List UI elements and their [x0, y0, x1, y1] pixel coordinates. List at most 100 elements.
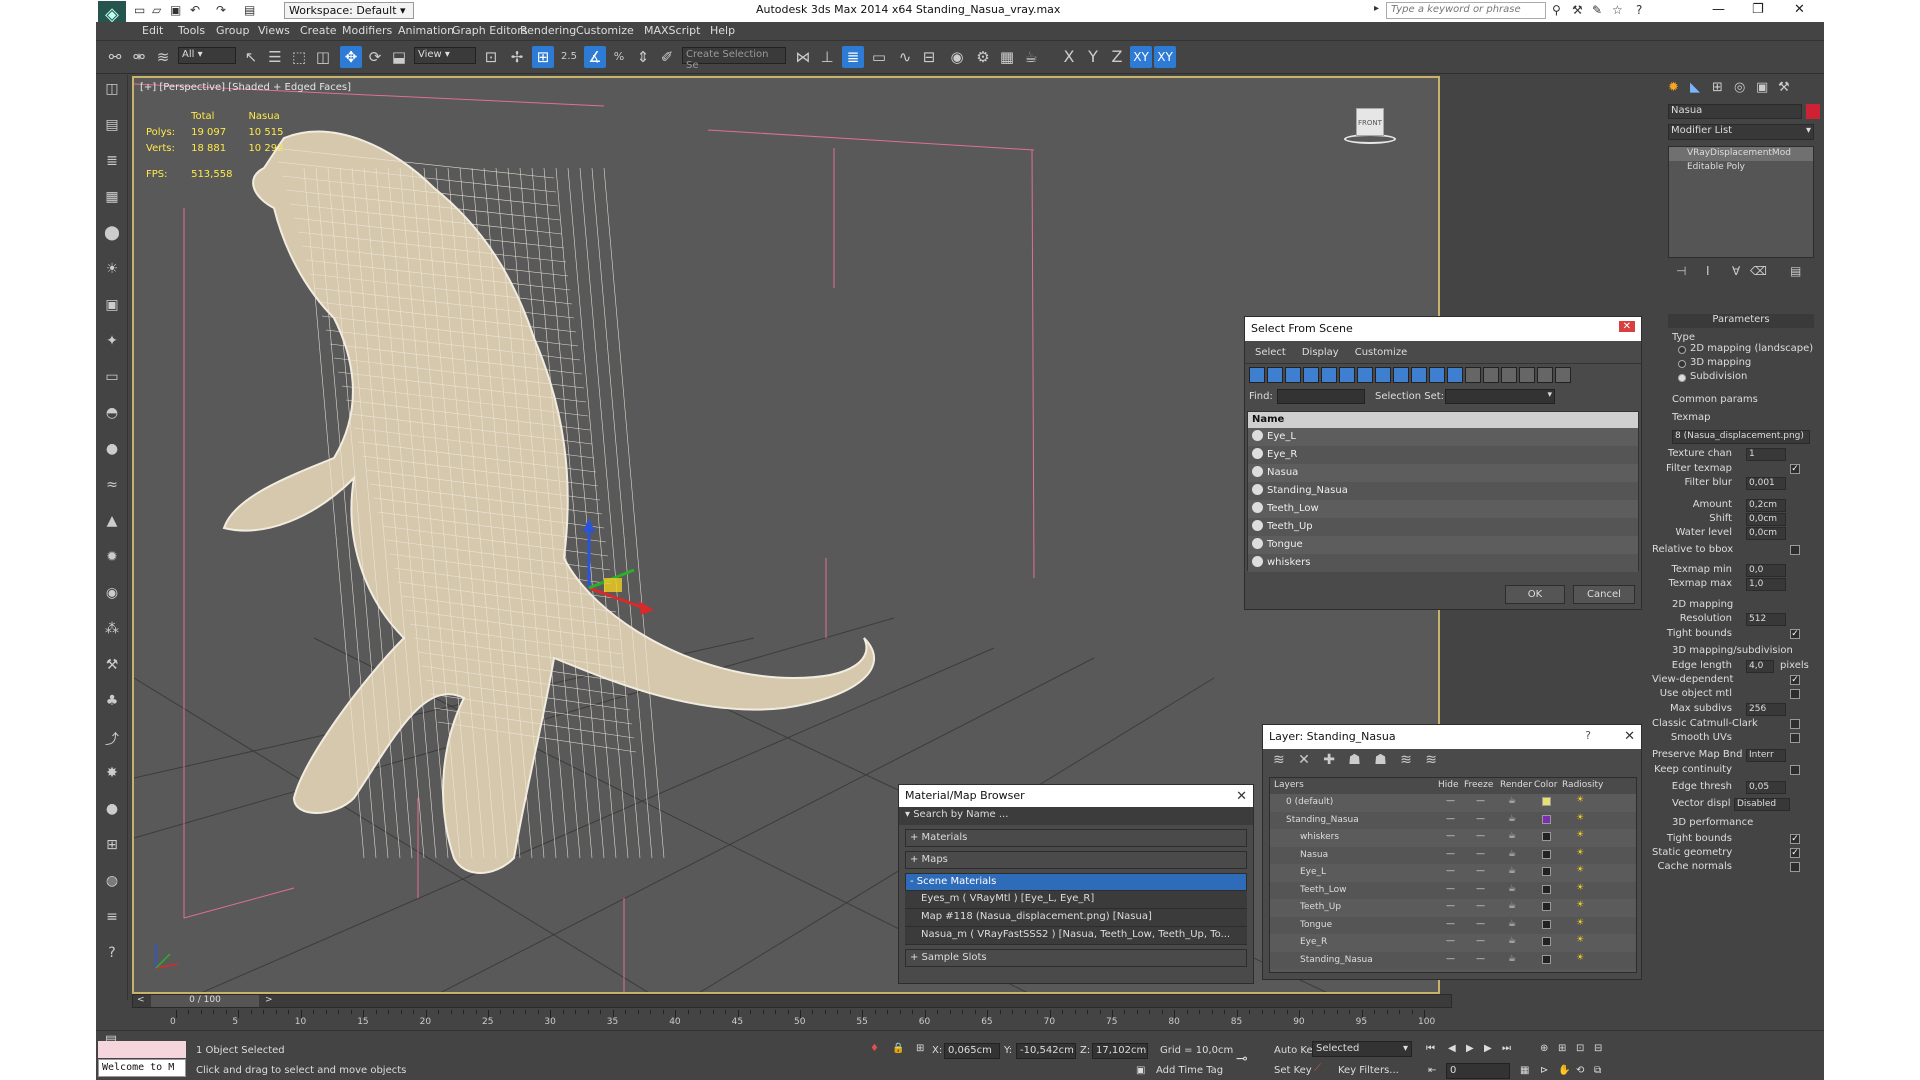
- hide-toggle-icon[interactable]: —: [1446, 954, 1455, 964]
- radiosity-icon[interactable]: ☀: [1576, 935, 1584, 945]
- axis-y-button[interactable]: Y: [1082, 46, 1104, 68]
- help-icon[interactable]: ?: [1636, 3, 1642, 17]
- curve-editor-icon[interactable]: ∿: [894, 46, 916, 68]
- add-to-layer-icon[interactable]: ✚: [1323, 752, 1335, 768]
- filter-toggle-icon[interactable]: [1321, 367, 1337, 383]
- link-icon[interactable]: ⚯: [104, 46, 126, 68]
- freeze-toggle-icon[interactable]: —: [1476, 901, 1485, 911]
- scene-object-item[interactable]: Eye_R: [1248, 446, 1638, 464]
- ok-button[interactable]: OK: [1505, 585, 1565, 604]
- key-filters-button[interactable]: Key Filters...: [1338, 1065, 1399, 1076]
- add-time-tag[interactable]: Add Time Tag: [1156, 1065, 1223, 1076]
- texture-chan-field[interactable]: 1: [1746, 448, 1786, 461]
- layer-column-freeze[interactable]: Freeze: [1464, 780, 1493, 790]
- radiosity-icon[interactable]: ☀: [1576, 900, 1584, 910]
- layer-row[interactable]: Eye_L — — ☕ ☀: [1270, 864, 1636, 882]
- pin-stack-icon[interactable]: ⊣: [1676, 264, 1686, 278]
- save-file-icon[interactable]: ▣: [170, 3, 181, 17]
- circle-icon[interactable]: ◉: [101, 585, 123, 605]
- particle-icon[interactable]: ⁂: [101, 621, 123, 641]
- layer-column-render[interactable]: Render: [1500, 780, 1532, 790]
- tight-bounds-3d-checkbox[interactable]: ✓: [1790, 834, 1800, 844]
- menu-views[interactable]: Views: [258, 24, 290, 37]
- scene-object-item[interactable]: Nasua: [1248, 464, 1638, 482]
- scene-object-item[interactable]: Teeth_Up: [1248, 518, 1638, 536]
- unlink-icon[interactable]: ⚮: [128, 46, 150, 68]
- utilities-tab-icon[interactable]: ⚒: [1778, 80, 1790, 95]
- globe-icon[interactable]: ◍: [101, 873, 123, 893]
- map-icon[interactable]: ⊞: [101, 837, 123, 857]
- schematic-view-icon[interactable]: ⊟: [918, 46, 940, 68]
- layer-color-swatch[interactable]: [1542, 832, 1551, 841]
- maximize-icon[interactable]: ❐: [1752, 2, 1764, 17]
- render-toggle-icon[interactable]: ☕: [1508, 796, 1516, 806]
- layer-row[interactable]: whiskers — — ☕ ☀: [1270, 829, 1636, 847]
- shift-field[interactable]: 0,0cm: [1746, 513, 1786, 526]
- max-subdivs-field[interactable]: 256: [1746, 703, 1786, 716]
- communication-icon[interactable]: ✎: [1592, 3, 1602, 17]
- search-input[interactable]: Type a keyword or phrase: [1386, 2, 1546, 19]
- keep-continuity-checkbox[interactable]: [1790, 765, 1800, 775]
- layer-color-swatch[interactable]: [1542, 937, 1551, 946]
- close-icon[interactable]: ✕: [1794, 2, 1805, 17]
- search-arrow-icon[interactable]: ▸: [1374, 3, 1379, 14]
- helper-icon[interactable]: ⤴: [101, 729, 123, 749]
- amount-field[interactable]: 0,2cm: [1746, 499, 1786, 512]
- smooth-uvs-checkbox[interactable]: [1790, 733, 1800, 743]
- filter-toggle-icon[interactable]: [1357, 367, 1373, 383]
- minimize-icon[interactable]: —: [1712, 2, 1725, 17]
- prev-frame-icon[interactable]: ◀︎: [1448, 1043, 1456, 1054]
- relative-bbox-checkbox[interactable]: [1790, 545, 1800, 555]
- axis-z-button[interactable]: Z: [1106, 46, 1128, 68]
- select-manipulate-icon[interactable]: ✢: [506, 46, 528, 68]
- hide-toggle-icon[interactable]: —: [1446, 831, 1455, 841]
- snaps-toggle[interactable]: 2.5: [558, 46, 580, 68]
- highlight-layer-icon[interactable]: ☗: [1374, 752, 1387, 768]
- mirror-icon[interactable]: ⋈: [792, 46, 814, 68]
- layer-create-icon[interactable]: ≋: [1273, 752, 1285, 768]
- open-file-icon[interactable]: ▱: [152, 3, 161, 17]
- filter-toggle-icon[interactable]: [1303, 367, 1319, 383]
- make-unique-icon[interactable]: ∀: [1732, 264, 1740, 278]
- freeze-toggle-icon[interactable]: —: [1476, 884, 1485, 894]
- layer-manager-icon[interactable]: ≣: [842, 46, 864, 68]
- scene-object-item[interactable]: whiskers: [1248, 554, 1638, 572]
- fire-icon[interactable]: ✸: [101, 765, 123, 785]
- next-frame-icon[interactable]: ▶︎: [1484, 1043, 1492, 1054]
- resolution-field[interactable]: 512: [1746, 613, 1786, 626]
- radiosity-icon[interactable]: ☀: [1576, 813, 1584, 823]
- camera-icon[interactable]: ▣: [101, 297, 123, 317]
- radiosity-icon[interactable]: ☀: [1576, 918, 1584, 928]
- layer-row[interactable]: Eye_R — — ☕ ☀: [1270, 934, 1636, 952]
- render-toggle-icon[interactable]: ☕: [1508, 831, 1516, 841]
- texmap-min-field[interactable]: 0,0: [1746, 564, 1786, 577]
- hide-toggle-icon[interactable]: —: [1446, 901, 1455, 911]
- material-search-input[interactable]: ▾ Search by Name ...: [899, 807, 1253, 825]
- configure-sets-icon[interactable]: ▤: [1790, 264, 1801, 278]
- filter-toggle-icon[interactable]: [1519, 367, 1535, 383]
- radiosity-icon[interactable]: ☀: [1576, 830, 1584, 840]
- menu-rendering[interactable]: Rendering: [520, 24, 576, 37]
- y-coord-field[interactable]: -10,542cm: [1016, 1043, 1076, 1059]
- zoom-extents-icon[interactable]: ⊡: [1576, 1043, 1584, 1054]
- maxscript-listener-pink[interactable]: [98, 1041, 186, 1058]
- x-coord-field[interactable]: 0,065cm: [944, 1043, 1000, 1059]
- filter-toggle-icon[interactable]: [1339, 367, 1355, 383]
- filter-blur-field[interactable]: 0,001: [1746, 477, 1786, 490]
- render-toggle-icon[interactable]: ☕: [1508, 884, 1516, 894]
- edge-length-field[interactable]: 4,0: [1746, 660, 1774, 673]
- cancel-button[interactable]: Cancel: [1573, 585, 1635, 604]
- layer-row[interactable]: Standing_Nasua — — ☕ ☀: [1270, 811, 1636, 829]
- layer-color-swatch[interactable]: [1542, 849, 1551, 859]
- axis-xy-cycle-button[interactable]: XY: [1154, 46, 1176, 68]
- select-rotate-icon[interactable]: ⟳: [364, 46, 386, 68]
- filter-toggle-icon[interactable]: [1429, 367, 1445, 383]
- next-frame-arrow[interactable]: >: [265, 995, 273, 1005]
- cone-icon[interactable]: ▲: [101, 513, 123, 533]
- redo-icon[interactable]: ↷: [216, 3, 226, 17]
- current-frame-field[interactable]: 0: [1446, 1063, 1510, 1079]
- vector-displ-dropdown[interactable]: Disabled: [1734, 798, 1790, 811]
- select-menu-display[interactable]: Display: [1302, 347, 1339, 358]
- hide-toggle-icon[interactable]: —: [1446, 796, 1455, 806]
- isolate-icon[interactable]: ♦: [870, 1043, 879, 1054]
